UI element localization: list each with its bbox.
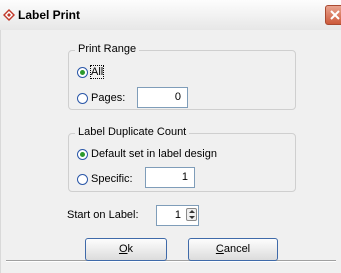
dialog-body: Print Range All Pages: 0 Label Duplicate… — [0, 30, 341, 273]
close-icon — [330, 10, 340, 20]
duplicate-default-radio[interactable] — [77, 149, 88, 160]
duplicate-specific-radio[interactable] — [77, 174, 88, 185]
pages-input[interactable]: 0 — [137, 87, 188, 108]
start-on-label-caption: Start on Label: — [67, 209, 139, 221]
ok-label-rest: k — [127, 243, 134, 255]
ok-mnemonic: O — [118, 243, 128, 255]
title-bar[interactable]: Label Print — [0, 0, 341, 31]
label-duplicate-count-legend: Label Duplicate Count — [75, 126, 190, 138]
duplicate-specific-label[interactable]: Specific: — [91, 173, 133, 185]
duplicate-default-label[interactable]: Default set in label design — [91, 148, 217, 160]
label-print-dialog: Label Print Print Range All Pages: 0 Lab… — [0, 0, 341, 273]
start-on-label-spinner[interactable] — [186, 208, 197, 221]
label-print-icon — [3, 9, 15, 21]
spinner-icon — [189, 210, 195, 219]
cancel-button[interactable]: Cancel — [188, 238, 278, 261]
window-title: Label Print — [18, 8, 81, 22]
ok-button[interactable]: Ok — [85, 238, 167, 261]
specific-count-input[interactable]: 1 — [145, 167, 195, 188]
print-range-pages-radio[interactable] — [77, 93, 88, 104]
dialog-separator — [6, 260, 336, 262]
print-range-legend: Print Range — [75, 43, 140, 55]
print-range-all-radio[interactable] — [77, 67, 88, 78]
print-range-all-label[interactable]: All — [89, 65, 105, 79]
cancel-label-rest: ancel — [223, 243, 251, 255]
print-range-pages-label[interactable]: Pages: — [91, 92, 125, 104]
close-button[interactable] — [325, 5, 341, 25]
cancel-mnemonic: C — [215, 243, 224, 255]
